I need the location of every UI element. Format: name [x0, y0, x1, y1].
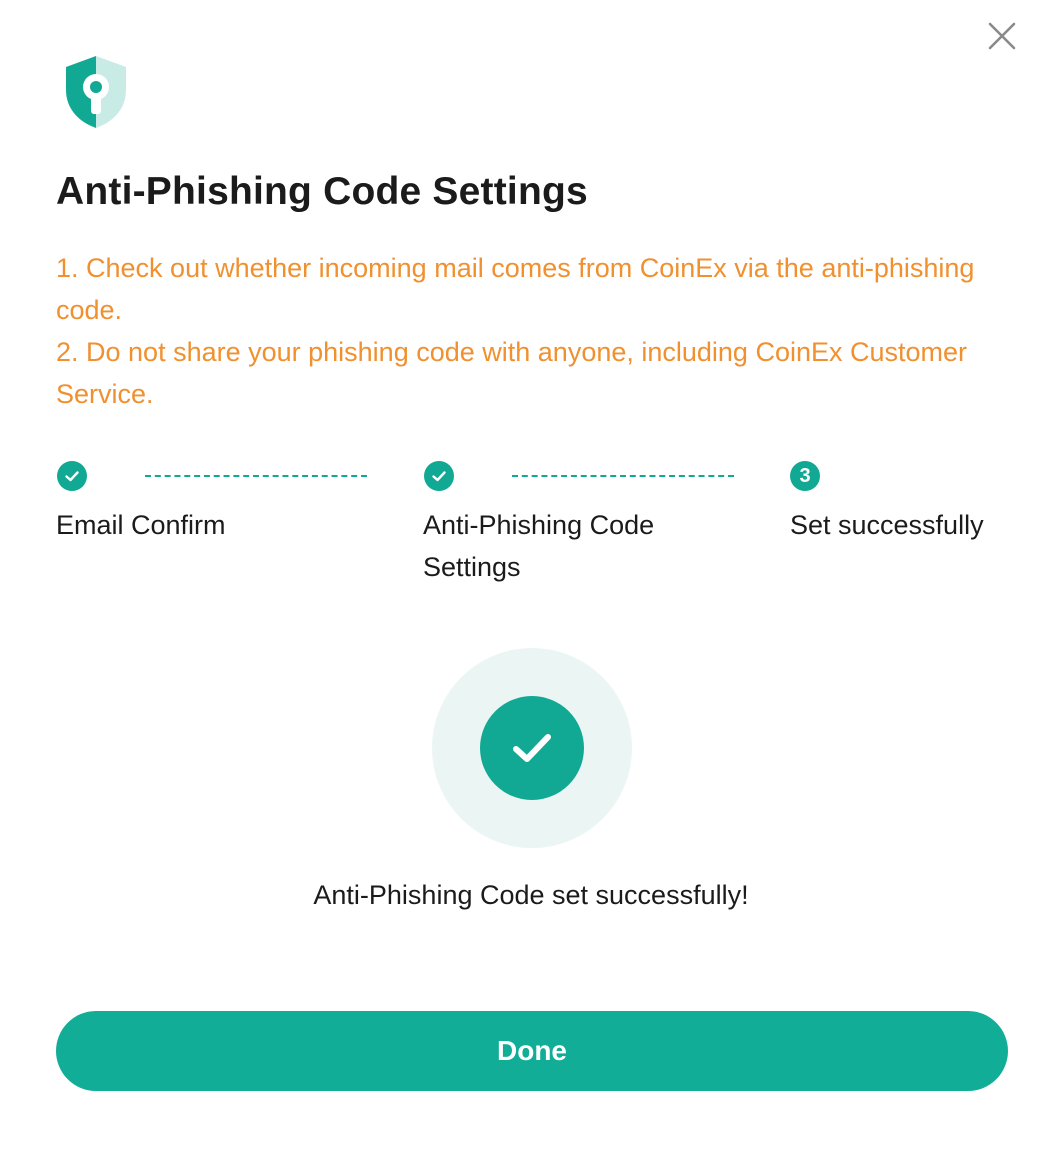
check-icon [432, 471, 446, 482]
success-message: Anti-Phishing Code set successfully! [313, 880, 749, 910]
step-1-check-icon [57, 461, 87, 491]
step-label-set-successfully: Set successfully [790, 510, 984, 540]
check-icon [65, 471, 79, 482]
success-check-icon [513, 734, 551, 762]
close-icon [988, 22, 1016, 50]
step-3-number: 3 [790, 461, 820, 491]
success-circle [480, 696, 584, 800]
done-button[interactable]: Done [56, 1011, 1008, 1091]
shield-lock-icon [66, 56, 126, 128]
notice-item: 2. Do not share your phishing code with … [56, 337, 968, 409]
step-label-email-confirm: Email Confirm [56, 510, 226, 540]
dialog-title: Anti-Phishing Code Settings [56, 170, 588, 213]
step-indicator: Email Confirm Anti-Phishing Code Setting… [56, 460, 1016, 600]
close-button[interactable] [982, 16, 1022, 56]
success-badge [432, 648, 632, 848]
step-connector-2 [512, 475, 734, 477]
notice-item: 1. Check out whether incoming mail comes… [56, 253, 975, 325]
step-2-check-icon [424, 461, 454, 491]
step-connector-1 [145, 475, 367, 477]
anti-phishing-dialog: Anti-Phishing Code Settings 1. Check out… [0, 0, 1062, 1150]
step-label-code-settings: Anti-Phishing Code Settings [423, 510, 655, 582]
notice-list: 1. Check out whether incoming mail comes… [56, 247, 986, 415]
